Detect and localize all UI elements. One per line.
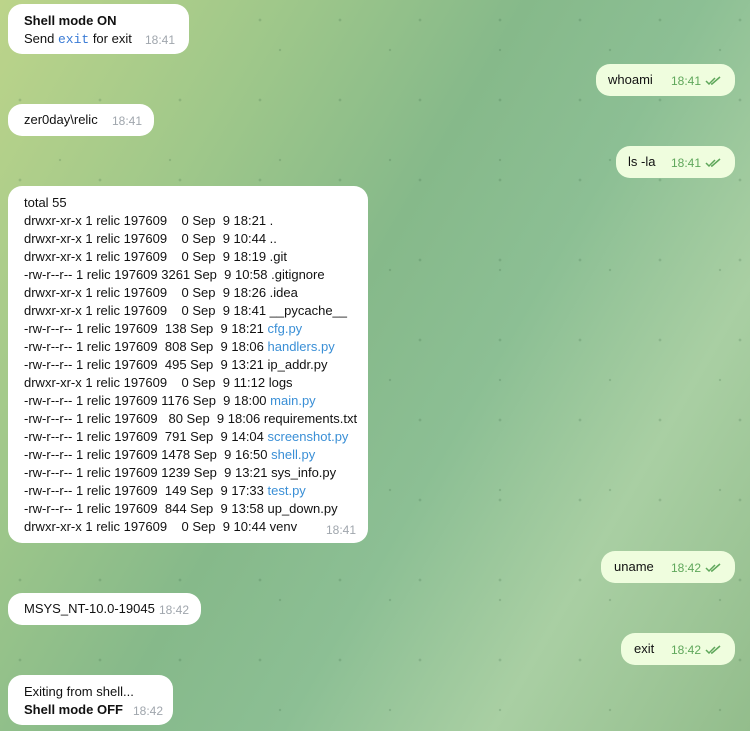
message-time: 18:42 <box>158 603 189 617</box>
ls-output-line: -rw-r--r-- 1 relic 197609 3261 Sep 9 10:… <box>24 267 325 282</box>
file-link[interactable]: cfg.py <box>268 321 303 336</box>
ls-output-line: -rw-r--r-- 1 relic 197609 791 Sep 9 14:0… <box>24 429 349 444</box>
message-text: uname <box>614 559 654 574</box>
message-text: Exiting from shell... <box>24 684 134 699</box>
message-text: zer0day\relic <box>24 112 98 127</box>
ls-output-line: -rw-r--r-- 1 relic 197609 808 Sep 9 18:0… <box>24 339 335 354</box>
double-check-icon <box>705 158 721 168</box>
inline-code[interactable]: exit <box>58 32 89 47</box>
ls-output-line: -rw-r--r-- 1 relic 197609 1239 Sep 9 13:… <box>24 465 337 480</box>
message-text: ls -la <box>628 154 656 169</box>
message-shell-on[interactable]: Shell mode ON Send exit for exit 18:41 <box>8 4 189 54</box>
message-title: Shell mode ON <box>24 13 117 28</box>
double-check-icon <box>705 563 721 573</box>
message-time: 18:41 <box>670 156 701 170</box>
ls-output-line: -rw-r--r-- 1 relic 197609 149 Sep 9 17:3… <box>24 483 306 498</box>
ls-output-line: drwxr-xr-x 1 relic 197609 0 Sep 9 10:44 … <box>24 231 277 246</box>
double-check-icon <box>705 76 721 86</box>
message-uname[interactable]: uname 18:42 <box>601 551 735 583</box>
file-link[interactable]: screenshot.py <box>268 429 349 444</box>
ls-output-line: -rw-r--r-- 1 relic 197609 1478 Sep 9 16:… <box>24 447 316 462</box>
file-link[interactable]: main.py <box>270 393 316 408</box>
ls-output-line: drwxr-xr-x 1 relic 197609 0 Sep 9 10:44 … <box>24 519 298 534</box>
message-ls[interactable]: ls -la 18:41 <box>616 146 735 178</box>
message-time: 18:42 <box>132 704 163 718</box>
ls-output-line: -rw-r--r-- 1 relic 197609 80 Sep 9 18:06… <box>24 411 358 426</box>
message-ls-output[interactable]: total 55 drwxr-xr-x 1 relic 197609 0 Sep … <box>8 186 368 543</box>
ls-output-line: drwxr-xr-x 1 relic 197609 0 Sep 9 18:41 … <box>24 303 348 318</box>
ls-output-line: total 55 <box>24 195 67 210</box>
ls-output-line: -rw-r--r-- 1 relic 197609 844 Sep 9 13:5… <box>24 501 338 516</box>
ls-output-line: drwxr-xr-x 1 relic 197609 0 Sep 9 11:12 … <box>24 375 293 390</box>
message-text: whoami <box>608 72 653 87</box>
message-time: 18:41 <box>670 74 701 88</box>
file-link[interactable]: shell.py <box>271 447 315 462</box>
ls-output-line: drwxr-xr-x 1 relic 197609 0 Sep 9 18:21 … <box>24 213 274 228</box>
message-shell-off[interactable]: Exiting from shell... Shell mode OFF 18:… <box>8 675 173 725</box>
message-time: 18:41 <box>325 523 356 537</box>
file-link[interactable]: handlers.py <box>268 339 335 354</box>
ls-output-lines: total 55 drwxr-xr-x 1 relic 197609 0 Sep … <box>24 194 358 536</box>
message-time: 18:41 <box>111 114 142 128</box>
ls-output-line: drwxr-xr-x 1 relic 197609 0 Sep 9 18:26 … <box>24 285 298 300</box>
double-check-icon <box>705 645 721 655</box>
ls-output-line: drwxr-xr-x 1 relic 197609 0 Sep 9 18:19 … <box>24 249 288 264</box>
message-text: MSYS_NT-10.0-19045 <box>24 601 155 616</box>
message-text: exit <box>634 641 655 656</box>
message-exit[interactable]: exit 18:42 <box>621 633 735 665</box>
message-uname-reply[interactable]: MSYS_NT-10.0-19045 18:42 <box>8 593 201 625</box>
ls-output-line: -rw-r--r-- 1 relic 197609 1176 Sep 9 18:… <box>24 393 316 408</box>
message-whoami-reply[interactable]: zer0day\relic 18:41 <box>8 104 154 136</box>
message-time: 18:41 <box>144 33 175 47</box>
message-time: 18:42 <box>670 561 701 575</box>
file-link[interactable]: test.py <box>268 483 306 498</box>
ls-output-line: -rw-r--r-- 1 relic 197609 138 Sep 9 18:2… <box>24 321 303 336</box>
message-time: 18:42 <box>670 643 701 657</box>
ls-output-line: -rw-r--r-- 1 relic 197609 495 Sep 9 13:2… <box>24 357 328 372</box>
message-whoami[interactable]: whoami 18:41 <box>596 64 735 96</box>
